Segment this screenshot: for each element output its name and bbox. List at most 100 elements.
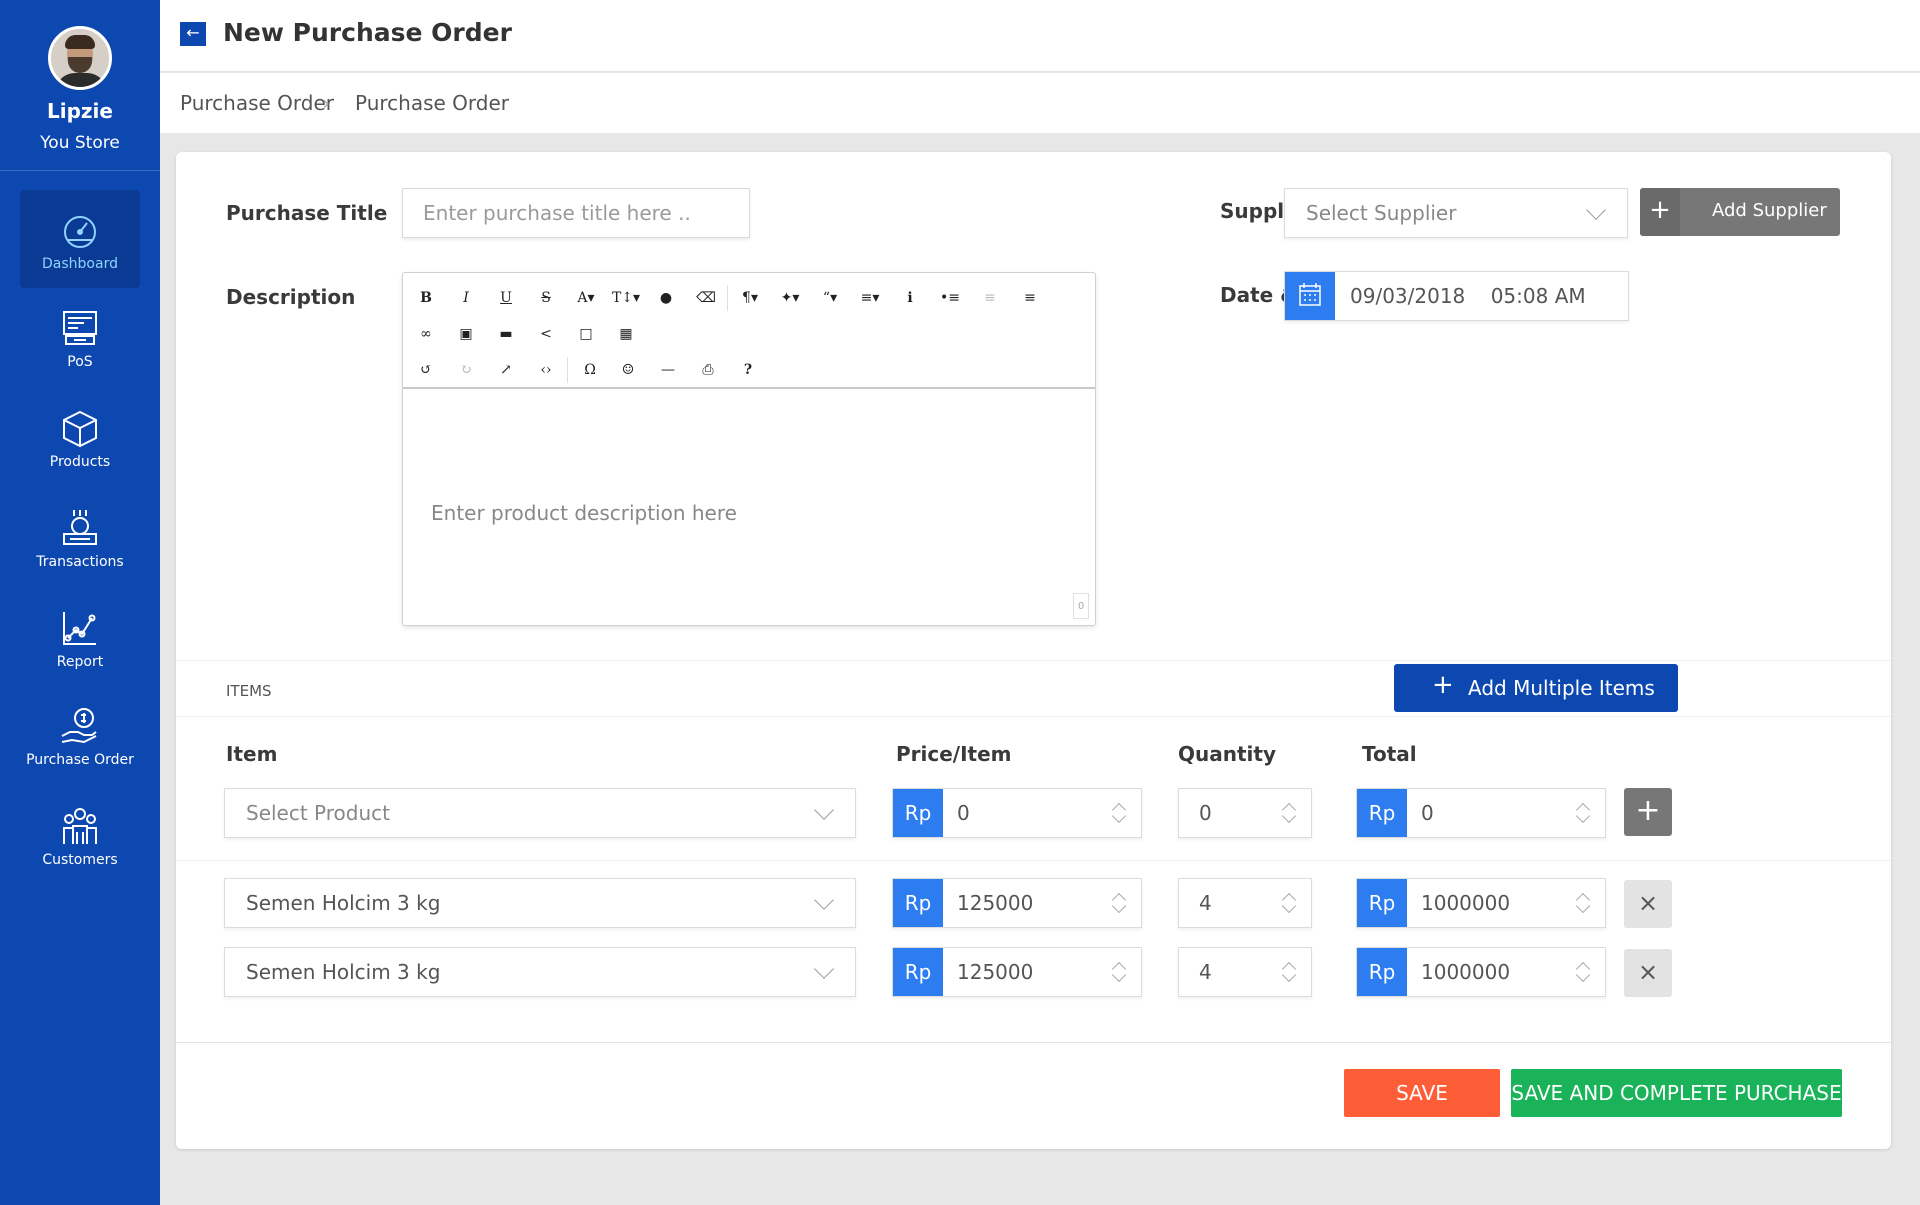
image-icon[interactable]: ▣ <box>451 321 481 347</box>
sidebar-item-label: Transactions <box>36 554 124 570</box>
italic-icon[interactable]: I <box>451 285 481 311</box>
special-char-icon[interactable]: Ω <box>575 357 605 383</box>
add-row-button[interactable]: + <box>1624 788 1672 836</box>
purchase-title-field[interactable] <box>402 188 750 238</box>
quote-icon[interactable]: “▾ <box>815 285 845 311</box>
save-button[interactable]: SAVE <box>1344 1069 1500 1117</box>
price-input[interactable]: Rp 125000 <box>892 878 1142 928</box>
product-select[interactable]: Semen Holcim 3 kg <box>224 947 856 997</box>
quantity-stepper[interactable]: 4 <box>1178 878 1312 928</box>
spinner-icon[interactable] <box>1575 891 1589 915</box>
back-button[interactable]: ← <box>180 22 206 46</box>
spinner-icon[interactable] <box>1281 960 1295 984</box>
spinner-icon[interactable] <box>1575 960 1589 984</box>
purchase-order-form: Purchase Title Supplier Select Supplier … <box>176 152 1891 1149</box>
sidebar-item-report[interactable]: Report <box>20 588 140 686</box>
paragraph-icon[interactable]: ¶▾ <box>735 285 765 311</box>
font-size-icon[interactable]: T↕▾ <box>611 285 641 311</box>
sidebar-item-dashboard[interactable]: Dashboard <box>20 190 140 288</box>
sidebar-item-label: Report <box>56 654 104 670</box>
supplier-select[interactable]: Select Supplier <box>1284 188 1628 238</box>
table-row: Semen Holcim 3 kg Rp 125000 4 Rp 1000000… <box>176 947 1891 999</box>
fullscreen-icon[interactable]: ↗ <box>491 357 521 383</box>
people-icon <box>63 808 97 844</box>
spinner-icon[interactable] <box>1281 801 1295 825</box>
redo-icon[interactable]: ↻ <box>451 357 481 383</box>
print-icon[interactable]: ⎙ <box>693 357 723 383</box>
horizontal-line-icon[interactable]: — <box>653 357 683 383</box>
share-icon[interactable]: < <box>531 321 561 347</box>
plus-icon: + <box>1432 670 1454 700</box>
sidebar-item-transactions[interactable]: Transactions <box>20 488 140 586</box>
total-input[interactable]: Rp 0 <box>1356 788 1606 838</box>
spinner-icon[interactable] <box>1111 891 1125 915</box>
table-icon[interactable]: ▦ <box>611 321 641 347</box>
chevron-down-icon <box>814 800 834 820</box>
help-icon[interactable]: ? <box>733 357 763 383</box>
breadcrumb: Purchase Order › Purchase Order <box>160 73 1920 133</box>
hand-coin-icon <box>61 708 97 744</box>
sidebar-item-products[interactable]: Products <box>20 388 140 486</box>
chevron-down-icon <box>1586 200 1606 220</box>
magic-wand-icon[interactable]: ✦▾ <box>775 285 805 311</box>
ordered-list-icon[interactable]: ℹ <box>895 285 925 311</box>
quantity-stepper[interactable]: 4 <box>1178 947 1312 997</box>
add-supplier-button[interactable]: + Add Supplier <box>1640 188 1840 236</box>
calendar-button[interactable] <box>1285 272 1335 320</box>
spinner-icon[interactable] <box>1281 891 1295 915</box>
calendar-icon <box>1299 283 1321 306</box>
bold-icon[interactable]: B <box>411 285 441 311</box>
breadcrumb-item[interactable]: Purchase Order <box>180 91 334 115</box>
font-color-icon[interactable]: A▾ <box>571 285 601 311</box>
avatar[interactable] <box>48 26 112 90</box>
highlight-icon[interactable]: ● <box>651 285 681 311</box>
currency-addon: Rp <box>893 948 943 996</box>
product-select[interactable]: Select Product <box>224 788 856 838</box>
align-icon[interactable]: ≡▾ <box>855 285 885 311</box>
line-chart-icon <box>63 612 96 645</box>
sidebar-item-purchase-order[interactable]: Purchase Order <box>20 686 140 784</box>
outdent-icon[interactable]: ≡ <box>975 285 1005 311</box>
video-icon[interactable]: ▬ <box>491 321 521 347</box>
datetime-field[interactable]: 09/03/2018 05:08 AM <box>1284 271 1629 321</box>
spinner-icon[interactable] <box>1111 960 1125 984</box>
price-input[interactable]: Rp 125000 <box>892 947 1142 997</box>
price-input[interactable]: Rp 0 <box>892 788 1142 838</box>
emoticon-icon[interactable]: ☺ <box>613 357 643 383</box>
currency-addon: Rp <box>1357 948 1407 996</box>
eraser-icon[interactable]: ⌫ <box>691 285 721 311</box>
description-placeholder[interactable]: Enter product description here <box>431 501 737 525</box>
spinner-icon[interactable] <box>1575 801 1589 825</box>
total-value: 0 <box>1421 801 1434 825</box>
link-icon[interactable]: ∞ <box>411 321 441 347</box>
save-and-complete-button[interactable]: SAVE AND COMPLETE PURCHASE <box>1511 1069 1842 1117</box>
product-select-value: Semen Holcim 3 kg <box>246 960 441 984</box>
column-header-price: Price/Item <box>896 742 1012 766</box>
toolbar-separator <box>567 357 568 383</box>
undo-icon[interactable]: ↺ <box>411 357 441 383</box>
total-input[interactable]: Rp 1000000 <box>1356 947 1606 997</box>
unordered-list-icon[interactable]: •≡ <box>935 285 965 311</box>
product-select[interactable]: Semen Holcim 3 kg <box>224 878 856 928</box>
description-editor[interactable]: B I U S A▾ T↕▾ ● ⌫ ¶▾ ✦▾ “▾ ≡▾ ℹ •≡ ≡ ≡ … <box>402 272 1096 626</box>
indent-icon[interactable]: ≡ <box>1015 285 1045 311</box>
add-multiple-items-button[interactable]: + Add Multiple Items <box>1394 664 1678 712</box>
strikethrough-icon[interactable]: S <box>531 285 561 311</box>
file-icon[interactable]: □ <box>571 321 601 347</box>
top-bar: ← New Purchase Order <box>160 0 1920 72</box>
remove-row-button[interactable]: × <box>1624 949 1672 997</box>
quantity-stepper[interactable]: 0 <box>1178 788 1312 838</box>
currency-addon: Rp <box>893 789 943 837</box>
code-view-icon[interactable]: ‹› <box>531 357 561 383</box>
plus-icon: + <box>1635 793 1661 828</box>
purchase-title-input[interactable] <box>403 189 749 237</box>
sidebar-item-customers[interactable]: Customers <box>20 786 140 884</box>
sidebar-item-pos[interactable]: PoS <box>20 288 140 386</box>
remove-row-button[interactable]: × <box>1624 880 1672 928</box>
underline-icon[interactable]: U <box>491 285 521 311</box>
total-input[interactable]: Rp 1000000 <box>1356 878 1606 928</box>
sidebar-item-label: PoS <box>67 354 93 370</box>
store-name: You Store <box>40 133 120 153</box>
divider <box>176 660 1891 661</box>
spinner-icon[interactable] <box>1111 801 1125 825</box>
